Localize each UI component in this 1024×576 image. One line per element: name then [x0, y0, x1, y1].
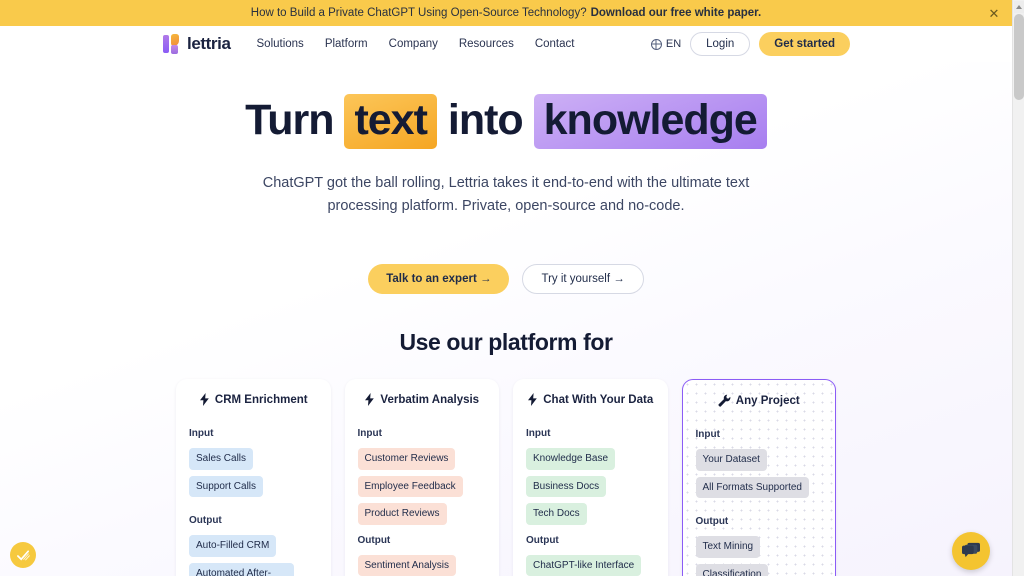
nav-item-contact[interactable]: Contact [535, 38, 575, 50]
chip[interactable]: Classification [695, 563, 769, 576]
promo-banner-link[interactable]: Download our free white paper. [591, 7, 762, 19]
accessibility-icon [16, 549, 30, 561]
nav-item-company[interactable]: Company [389, 38, 438, 50]
chip[interactable]: Employee Feedback [357, 475, 463, 498]
page-viewport: How to Build a Private ChatGPT Using Ope… [0, 0, 1012, 576]
chip[interactable]: ChatGPT-like Interface [526, 554, 642, 576]
wrench-icon [718, 394, 731, 407]
input-label: Input [189, 428, 214, 440]
platform-card-crm-enrichment[interactable]: CRM Enrichment Input Sales Calls Support… [176, 379, 331, 576]
headline-highlight-text: text [344, 94, 437, 149]
chip[interactable]: Tech Docs [526, 503, 587, 525]
card-header: CRM Enrichment [189, 393, 318, 407]
card-header: Chat With Your Data [526, 393, 655, 407]
language-selector[interactable]: EN [650, 38, 682, 50]
hero-section: Turn text into knowledge ChatGPT got the… [0, 62, 1012, 295]
card-title: CRM Enrichment [214, 393, 308, 406]
chip[interactable]: Your Dataset [695, 449, 767, 471]
output-chips: Auto-Filled CRM Automated After-Call Wor… [189, 535, 318, 576]
chat-bubble-icon [962, 542, 980, 558]
chip[interactable]: Support Calls [189, 475, 264, 498]
input-label: Input [695, 429, 720, 441]
page-scrollbar[interactable] [1012, 0, 1024, 576]
card-title: Any Project [735, 394, 800, 407]
nav-item-platform[interactable]: Platform [325, 38, 368, 50]
output-label: Output [526, 534, 559, 546]
input-label: Input [357, 428, 382, 440]
language-label: EN [665, 38, 682, 50]
main-navbar: lettria Solutions Platform Company Resou… [0, 26, 1012, 62]
chip[interactable]: Sales Calls [189, 448, 254, 470]
chip[interactable]: Product Reviews [357, 503, 447, 525]
hero-cta-row: Talk to an expert → Try it yourself → [0, 264, 1012, 295]
card-header: Verbatim Analysis [358, 393, 487, 407]
chip[interactable]: Business Docs [526, 475, 607, 498]
accessibility-button[interactable] [10, 542, 36, 568]
brand-logo[interactable]: lettria [163, 34, 231, 54]
input-chips: Customer Reviews Employee Feedback Produ… [357, 448, 487, 525]
output-label: Output [357, 534, 391, 546]
card-title: Verbatim Analysis [380, 393, 480, 406]
platform-card-any-project[interactable]: Any Project Input Your Dataset All Forma… [681, 379, 836, 576]
talk-to-expert-button[interactable]: Talk to an expert → [368, 264, 510, 295]
chip[interactable]: All Formats Supported [695, 476, 809, 499]
headline-word-2: into [447, 96, 524, 144]
output-chips: ChatGPT-like Interface Private Hosting [526, 554, 655, 576]
navbar-actions: EN Login Get started [650, 32, 850, 56]
input-chips: Knowledge Base Business Docs Tech Docs [526, 448, 655, 525]
lettria-logo-icon [163, 34, 181, 54]
nav-item-solutions[interactable]: Solutions [257, 38, 304, 50]
headline-highlight-knowledge: knowledge [533, 94, 767, 149]
brand-name: lettria [187, 34, 231, 53]
input-chips: Sales Calls Support Calls [189, 448, 318, 498]
chip[interactable]: Customer Reviews [357, 448, 456, 470]
scroll-up-arrow-icon[interactable] [1014, 1, 1024, 13]
lightning-icon [199, 393, 209, 407]
platform-card-chat-with-your-data[interactable]: Chat With Your Data Input Knowledge Base… [513, 379, 668, 576]
card-title: Chat With Your Data [543, 393, 654, 406]
chat-widget-button[interactable] [952, 532, 990, 570]
output-label: Output [189, 515, 222, 527]
lightning-icon [528, 393, 538, 407]
chip[interactable]: Knowledge Base [526, 448, 616, 470]
get-started-button[interactable]: Get started [759, 32, 850, 56]
globe-icon [650, 38, 662, 50]
card-header: Any Project [696, 394, 823, 407]
scrollbar-thumb[interactable] [1014, 14, 1024, 100]
chip[interactable]: Text Mining [695, 536, 761, 558]
promo-banner-text: How to Build a Private ChatGPT Using Ope… [250, 7, 587, 19]
input-label: Input [526, 428, 551, 440]
headline-word-1: Turn [245, 96, 334, 144]
nav-links: Solutions Platform Company Resources Con… [257, 38, 575, 50]
input-chips: Your Dataset All Formats Supported [695, 449, 823, 499]
platform-cards-grid: CRM Enrichment Input Sales Calls Support… [176, 379, 836, 576]
hero-headline: Turn text into knowledge [0, 94, 1012, 149]
login-button[interactable]: Login [690, 32, 751, 56]
hero-subheadline: ChatGPT got the ball rolling, Lettria ta… [262, 175, 750, 214]
lightning-icon [365, 393, 375, 407]
chip[interactable]: Auto-Filled CRM [189, 535, 277, 557]
nav-item-resources[interactable]: Resources [459, 38, 514, 50]
try-it-yourself-button[interactable]: Try it yourself → [522, 264, 644, 295]
output-chips: Text Mining Classification [695, 536, 823, 576]
output-chips: Sentiment Analysis Topic Detection [357, 554, 487, 576]
chip[interactable]: Automated After-Call Work [189, 562, 294, 576]
promo-banner: How to Build a Private ChatGPT Using Ope… [0, 0, 1012, 26]
platform-section-title: Use our platform for [399, 329, 613, 356]
platform-card-verbatim-analysis[interactable]: Verbatim Analysis Input Customer Reviews… [344, 379, 499, 576]
close-icon[interactable]: ✕ [986, 5, 1002, 21]
chip[interactable]: Sentiment Analysis [357, 554, 456, 576]
output-label: Output [695, 516, 729, 528]
